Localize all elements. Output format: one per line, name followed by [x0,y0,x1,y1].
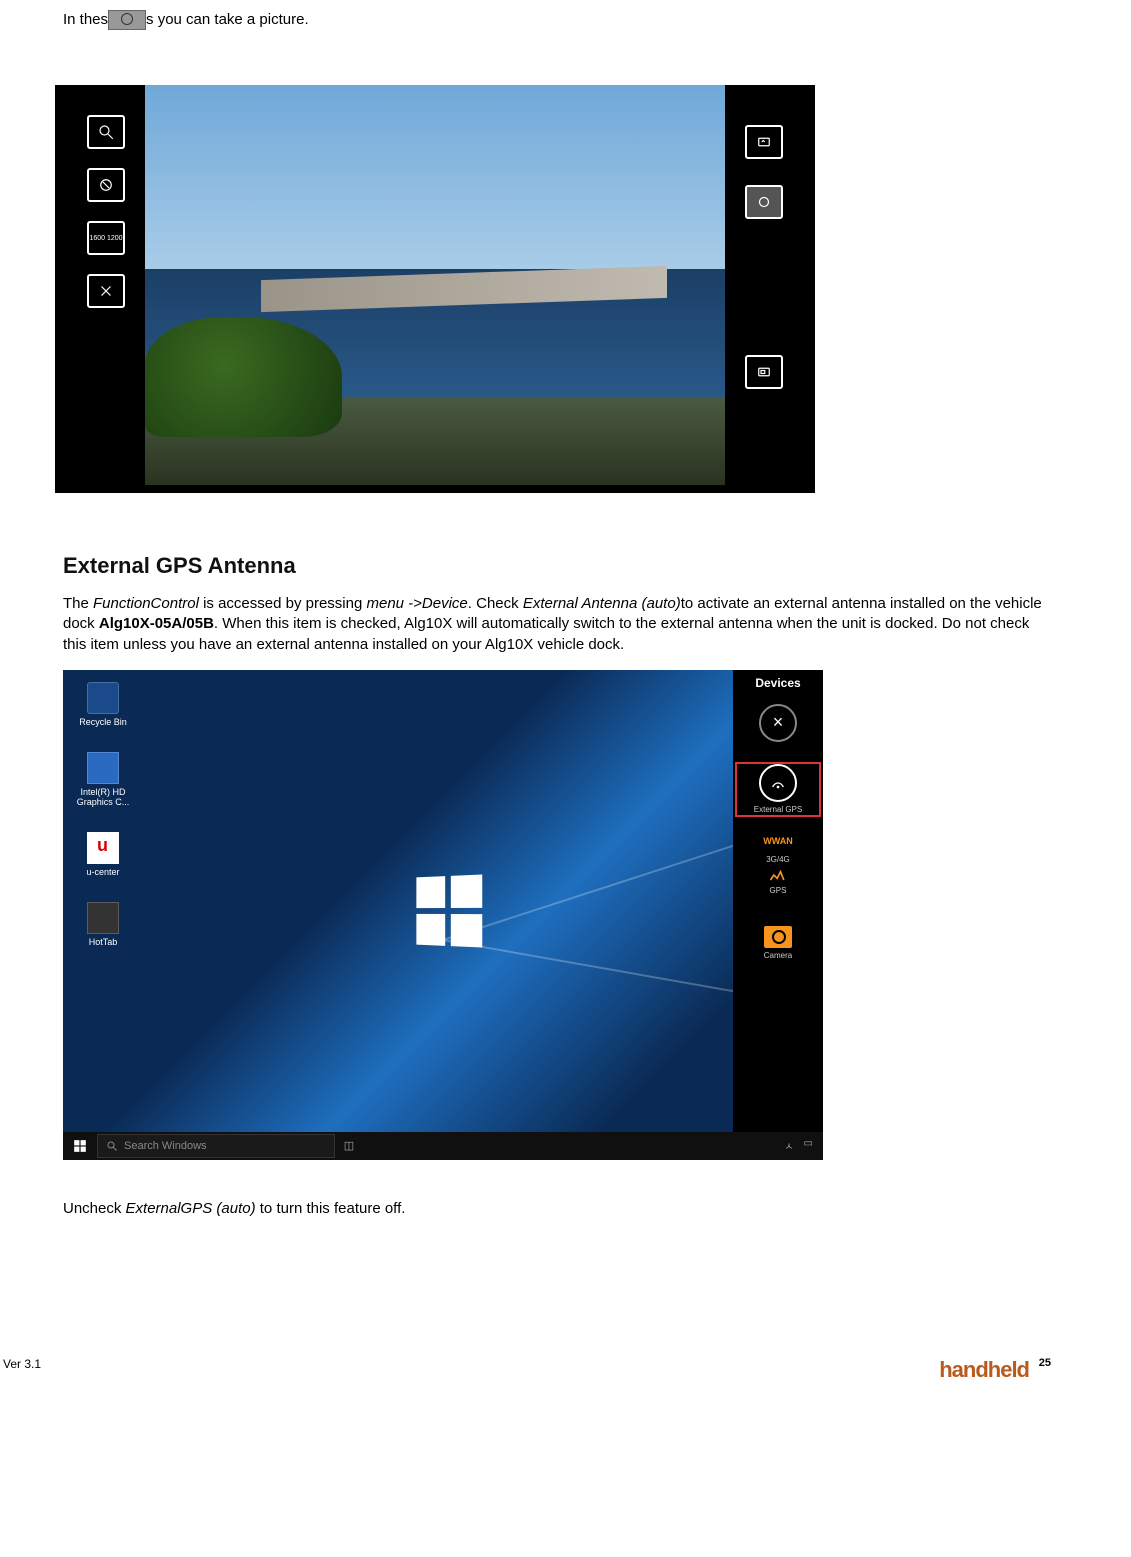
desktop-icon-recycle-bin[interactable]: Recycle Bin [75,682,131,727]
external-antenna-term: External Antenna (auto) [523,595,681,612]
switch-camera-icon[interactable] [745,125,783,159]
windows-logo [416,874,482,947]
external-gps-auto-term: ExternalGPS (auto) [126,1200,256,1217]
devices-panel-title: Devices [733,676,823,690]
camera-screenshot: 1600 1200 [55,85,815,493]
desktop-screenshot: Recycle Bin Intel(R) HD Graphics C... u-… [63,670,823,1160]
dock-model: Alg10X-05A/05B [99,615,214,632]
devices-panel: Devices × External GPS WWAN 3G/4G GPS Ca… [733,670,823,1132]
start-button[interactable] [63,1132,97,1160]
search-box[interactable]: Search Windows [97,1134,335,1158]
taskbar: Search Windows ◫ ㅅ ▭ [63,1132,823,1160]
search-placeholder: Search Windows [124,1140,207,1152]
task-view-icon[interactable]: ◫ [335,1139,363,1152]
device-wwan-header: WWAN [733,837,823,847]
camera-icon [764,926,792,948]
resolution-label: 1600 1200 [89,235,122,242]
footer-version: Ver 3.1 [3,1357,41,1371]
page-footer: Ver 3.1 handheld 25 [63,1357,1051,1387]
intro-text: In thes s you can take a picture. [63,10,1051,30]
zoom-icon[interactable] [87,115,125,149]
system-tray[interactable]: ㅅ ▭ [784,1138,823,1153]
device-wwan[interactable]: 3G/4G GPS [733,856,823,896]
footer-page-number: 25 [1039,1357,1051,1369]
desktop-icon-hottab[interactable]: HotTab [75,902,131,947]
footer-logo: handheld [939,1357,1029,1383]
device-camera[interactable]: Camera [733,926,823,961]
menu-path: menu ->Device [366,595,467,612]
tray-action-center-icon[interactable]: ▭ [804,1138,813,1153]
flash-icon[interactable] [87,168,125,202]
cancel-icon[interactable] [87,274,125,308]
gallery-icon[interactable] [745,355,783,389]
close-icon: × [773,712,784,733]
tray-chevron-icon[interactable]: ㅅ [784,1138,793,1153]
section-heading: External GPS Antenna [63,553,1051,579]
devices-close-button[interactable]: × [733,704,823,742]
signal-icon [765,865,791,885]
resolution-icon[interactable]: 1600 1200 [87,221,125,255]
desktop-icon-intel-graphics[interactable]: Intel(R) HD Graphics C... [75,752,131,807]
device-external-gps[interactable]: External GPS [733,760,823,819]
intro-suffix: s you can take a picture. [146,11,309,28]
uncheck-text: Uncheck ExternalGPS (auto) to turn this … [63,1200,1051,1217]
intro-prefix: In thes [63,11,108,28]
desktop-icon-ucenter[interactable]: u-center [75,832,131,877]
search-icon [106,1140,118,1152]
function-control-term: FunctionControl [93,595,199,612]
camera-viewfinder [145,85,725,485]
section-paragraph: The FunctionControl is accessed by press… [63,594,1051,655]
shutter-icon[interactable] [745,185,783,219]
camera-inline-icon [108,10,146,30]
